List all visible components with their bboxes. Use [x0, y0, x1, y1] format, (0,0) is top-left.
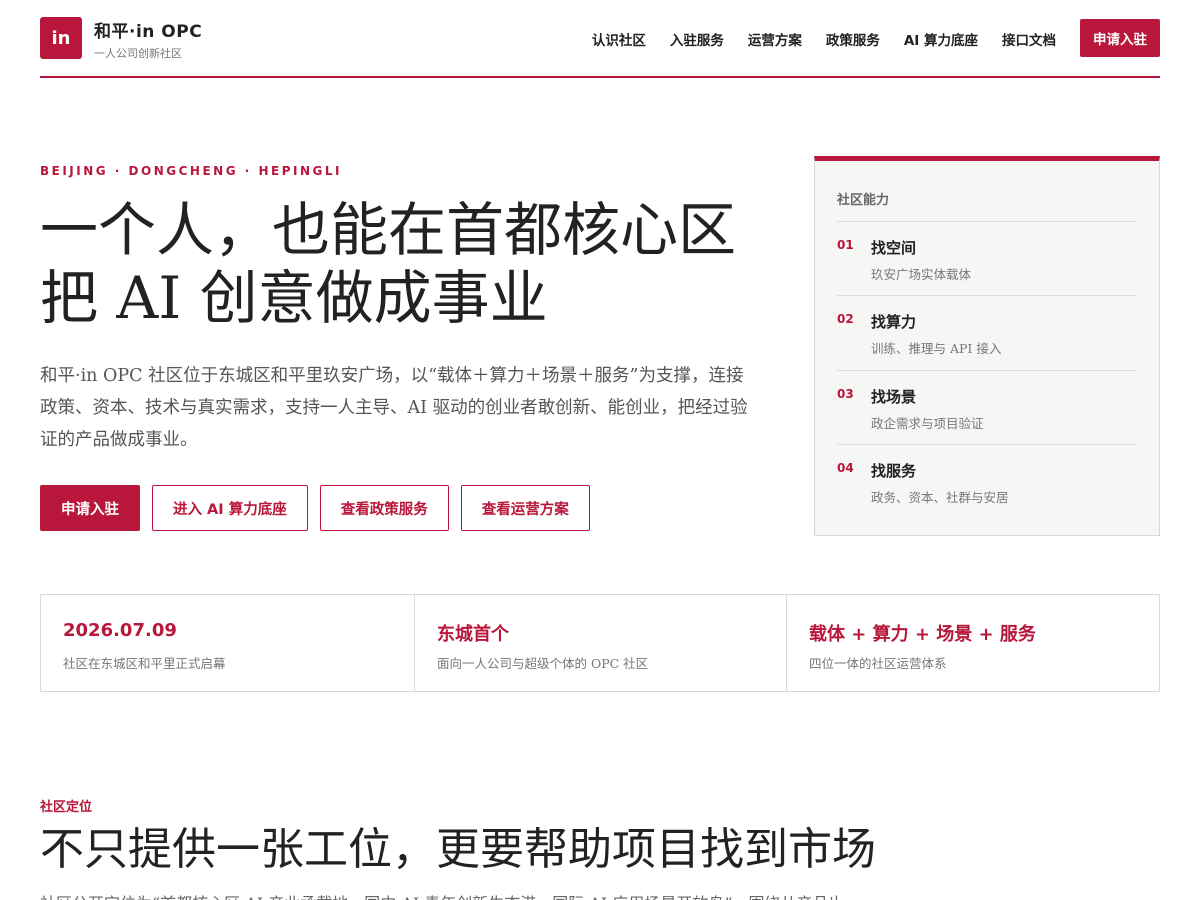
- positioning-eyebrow: 社区定位: [40, 800, 93, 815]
- nav-item-settlement[interactable]: 入驻服务: [670, 29, 724, 49]
- nav-item-about[interactable]: 认识社区: [592, 29, 646, 49]
- stat-value: 2026.07.09: [63, 620, 177, 641]
- capabilities-title: 社区能力: [837, 193, 890, 208]
- capability-desc: 政企需求与项目验证: [871, 416, 984, 431]
- capability-item: 01 找空间 玖安广场实体载体: [837, 221, 1137, 295]
- hero-description: 和平·in OPC 社区位于东城区和平里玖安广场，以“载体＋算力＋场景＋服务”为…: [40, 366, 748, 450]
- hero-button-row: 申请入驻 进入 AI 算力底座 查看政策服务 查看运营方案: [40, 485, 590, 531]
- positioning-title: 不只提供一张工位，更要帮助项目找到市场: [40, 824, 876, 875]
- capability-desc: 训练、推理与 API 接入: [871, 341, 1002, 356]
- capability-title: 找服务: [871, 462, 917, 480]
- stats-strip: 2026.07.09 社区在东城区和平里正式启幕 东城首个 面向一人公司与超级个…: [40, 594, 1160, 692]
- hero-title-line-2: 把 AI 创意做成事业: [40, 264, 548, 332]
- hero-title: 一个人，也能在首都核心区 把 AI 创意做成事业: [40, 196, 780, 332]
- stat-value: 东城首个: [437, 624, 509, 645]
- nav-item-ai-compute[interactable]: AI 算力底座: [904, 29, 978, 49]
- stat-item: 东城首个 面向一人公司与超级个体的 OPC 社区: [415, 595, 787, 691]
- capability-title: 找空间: [871, 239, 917, 257]
- capability-number: 03: [837, 387, 854, 401]
- main-nav: 认识社区 入驻服务 运营方案 政策服务 AI 算力底座 接口文档: [592, 29, 1056, 49]
- logo[interactable]: in: [40, 17, 82, 59]
- apply-button[interactable]: 申请入驻: [40, 485, 140, 531]
- capability-number: 02: [837, 312, 854, 326]
- capability-item: 02 找算力 训练、推理与 API 接入: [837, 295, 1137, 369]
- ai-compute-button[interactable]: 进入 AI 算力底座: [152, 485, 308, 531]
- nav-item-policy[interactable]: 政策服务: [826, 29, 880, 49]
- stat-desc: 社区在东城区和平里正式启幕: [63, 656, 226, 671]
- brand-subtitle: 一人公司创新社区: [94, 47, 182, 60]
- hero-eyebrow: BEIJING · DONGCHENG · HEPINGLI: [40, 164, 342, 178]
- capability-desc: 玖安广场实体载体: [871, 267, 972, 282]
- site-header: in 和平·in OPC 一人公司创新社区 认识社区 入驻服务 运营方案 政策服…: [40, 0, 1160, 78]
- stat-desc: 面向一人公司与超级个体的 OPC 社区: [437, 656, 649, 671]
- positioning-description: 社区公开定位为“首都核心区 AI 产业承载地、国内 AI 青年创新生态港、国际 …: [40, 890, 840, 900]
- capability-item: 04 找服务 政务、资本、社群与安居: [837, 444, 1137, 518]
- stat-item: 载体 + 算力 + 场景 + 服务 四位一体的社区运营体系: [787, 595, 1159, 691]
- capability-title: 找场景: [871, 388, 917, 406]
- capability-item: 03 找场景 政企需求与项目验证: [837, 370, 1137, 444]
- capability-number: 01: [837, 238, 854, 252]
- capability-number: 04: [837, 461, 854, 475]
- policy-services-button[interactable]: 查看政策服务: [319, 485, 449, 531]
- capability-desc: 政务、资本、社群与安居: [871, 490, 1009, 505]
- nav-item-operations[interactable]: 运营方案: [748, 29, 802, 49]
- header-apply-button[interactable]: 申请入驻: [1080, 19, 1160, 57]
- capability-title: 找算力: [871, 313, 917, 331]
- stat-desc: 四位一体的社区运营体系: [809, 656, 947, 671]
- hero-title-line-1: 一个人，也能在首都核心区: [40, 196, 737, 264]
- brand-name[interactable]: 和平·in OPC: [94, 17, 202, 42]
- capabilities-card: 社区能力 01 找空间 玖安广场实体载体 02 找算力 训练、推理与 API 接…: [814, 156, 1160, 536]
- operations-plan-button[interactable]: 查看运营方案: [460, 485, 590, 531]
- stat-value: 载体 + 算力 + 场景 + 服务: [809, 624, 1036, 645]
- nav-item-api-docs[interactable]: 接口文档: [1002, 29, 1056, 49]
- stat-item: 2026.07.09 社区在东城区和平里正式启幕: [41, 595, 415, 691]
